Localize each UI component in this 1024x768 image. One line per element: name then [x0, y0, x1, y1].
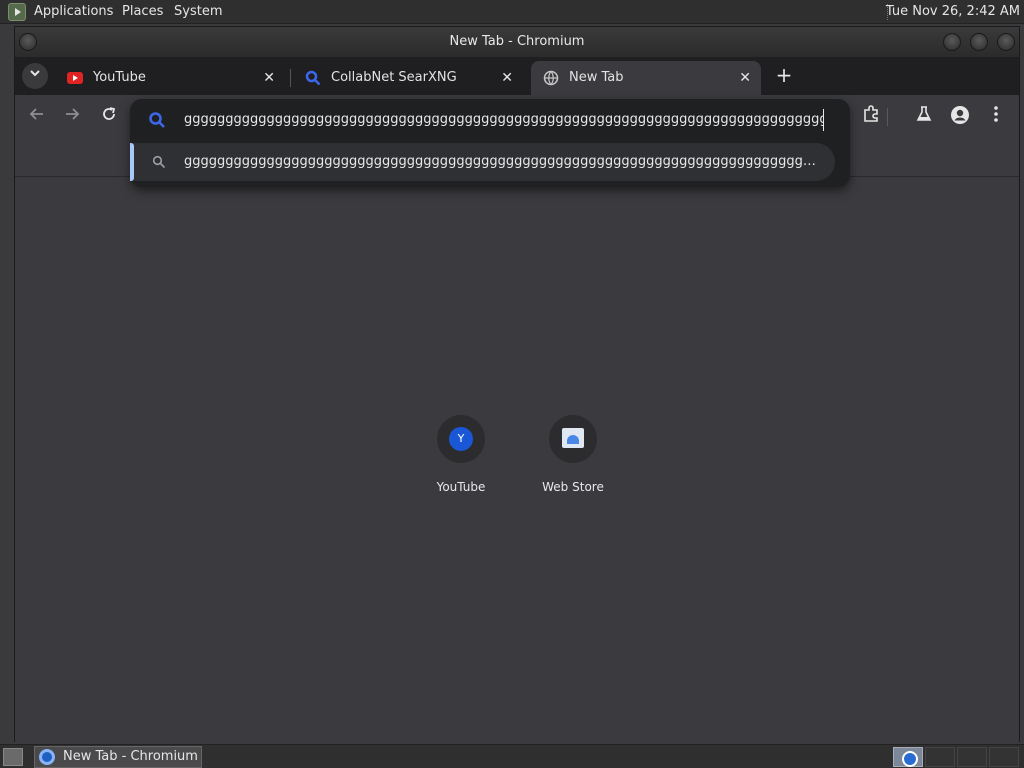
- menu-applications[interactable]: Applications: [34, 4, 113, 19]
- arrow-right-icon: [66, 108, 80, 120]
- extensions-button[interactable]: [859, 105, 883, 129]
- labs-button[interactable]: [912, 105, 936, 129]
- address-bar-input[interactable]: gggggggggggggggggggggggggggggggggggggggg…: [184, 109, 824, 131]
- search-icon: [305, 70, 321, 86]
- close-tab-icon[interactable]: ✕: [263, 61, 275, 95]
- youtube-icon: [67, 72, 83, 84]
- arrow-left-icon: [29, 108, 43, 120]
- top-panel: Applications Places System Tue Nov 26, 2…: [0, 0, 1024, 24]
- letter-avatar-icon: Y: [449, 427, 473, 451]
- shortcut-tile: Y: [437, 415, 485, 463]
- distro-logo-icon[interactable]: [8, 3, 26, 21]
- omnibox-popup: gggggggggggggggggggggggggggggggggggggggg…: [130, 99, 850, 187]
- globe-icon: [543, 70, 559, 86]
- tab-collabnet-searxng[interactable]: CollabNet SearXNG ✕: [293, 61, 523, 95]
- shortcut-tile: [549, 415, 597, 463]
- profile-button[interactable]: [948, 105, 972, 129]
- toolbar-divider: [887, 108, 888, 126]
- tab-new-tab[interactable]: New Tab ✕: [531, 61, 761, 95]
- taskbar-item-chromium[interactable]: New Tab - Chromium: [34, 746, 202, 768]
- tab-label: YouTube: [93, 70, 146, 85]
- window-title: New Tab - Chromium: [449, 34, 585, 49]
- close-tab-icon[interactable]: ✕: [501, 61, 513, 95]
- shortcut-youtube[interactable]: Y YouTube: [405, 415, 517, 505]
- kebab-menu-icon: [994, 106, 998, 122]
- clock[interactable]: Tue Nov 26, 2:42 AM: [886, 4, 1020, 19]
- workspace-4[interactable]: [989, 747, 1019, 767]
- workspace-1[interactable]: [893, 747, 923, 767]
- close-tab-icon[interactable]: ✕: [739, 61, 751, 95]
- window-titlebar[interactable]: New Tab - Chromium: [15, 27, 1019, 57]
- taskbar: New Tab - Chromium: [0, 744, 1024, 768]
- web-store-icon: [562, 428, 584, 448]
- workspace-3[interactable]: [957, 747, 987, 767]
- plus-icon: +: [775, 63, 793, 87]
- workspace-2[interactable]: [925, 747, 955, 767]
- back-button[interactable]: [25, 105, 49, 129]
- minimize-button[interactable]: [943, 33, 961, 51]
- tab-divider: [290, 69, 291, 87]
- show-desktop-button[interactable]: [3, 748, 23, 766]
- selection-indicator: [130, 143, 134, 181]
- menu-button[interactable]: [984, 105, 1008, 129]
- reload-icon: [103, 107, 116, 120]
- puzzle-icon: [864, 105, 878, 122]
- omnibox-suggestion[interactable]: gggggggggggggggggggggggggggggggggggggggg…: [130, 143, 835, 181]
- suggestion-text: gggggggggggggggggggggggggggggggggggggggg…: [184, 154, 824, 169]
- taskbar-item-label: New Tab - Chromium: [63, 749, 198, 764]
- tab-label: New Tab: [569, 70, 624, 85]
- maximize-button[interactable]: [970, 33, 988, 51]
- tab-strip: YouTube ✕ CollabNet SearXNG ✕ New Tab ✕ …: [15, 57, 1019, 95]
- shortcut-web-store[interactable]: Web Store: [517, 415, 629, 505]
- close-window-button[interactable]: [997, 33, 1015, 51]
- menu-places[interactable]: Places: [122, 4, 163, 19]
- window-menu-button[interactable]: [19, 33, 37, 51]
- new-tab-page: Y YouTube Web Store: [15, 177, 1019, 743]
- forward-button[interactable]: [60, 105, 84, 129]
- menu-system[interactable]: System: [174, 4, 222, 19]
- shortcut-label: Web Store: [542, 480, 604, 494]
- chromium-icon: [39, 749, 55, 765]
- tab-label: CollabNet SearXNG: [331, 70, 457, 85]
- reload-button[interactable]: [97, 105, 121, 129]
- profile-icon: [951, 106, 969, 124]
- browser-window: New Tab - Chromium YouTube ✕ CollabNet S…: [14, 26, 1020, 743]
- new-tab-button[interactable]: +: [771, 63, 797, 89]
- search-icon: [149, 112, 165, 128]
- search-icon: [152, 155, 166, 169]
- tab-youtube[interactable]: YouTube ✕: [55, 61, 285, 95]
- chevron-down-icon: [30, 70, 40, 77]
- shortcut-label: YouTube: [436, 480, 486, 494]
- tab-search-button[interactable]: [22, 63, 48, 89]
- flask-icon: [916, 106, 932, 121]
